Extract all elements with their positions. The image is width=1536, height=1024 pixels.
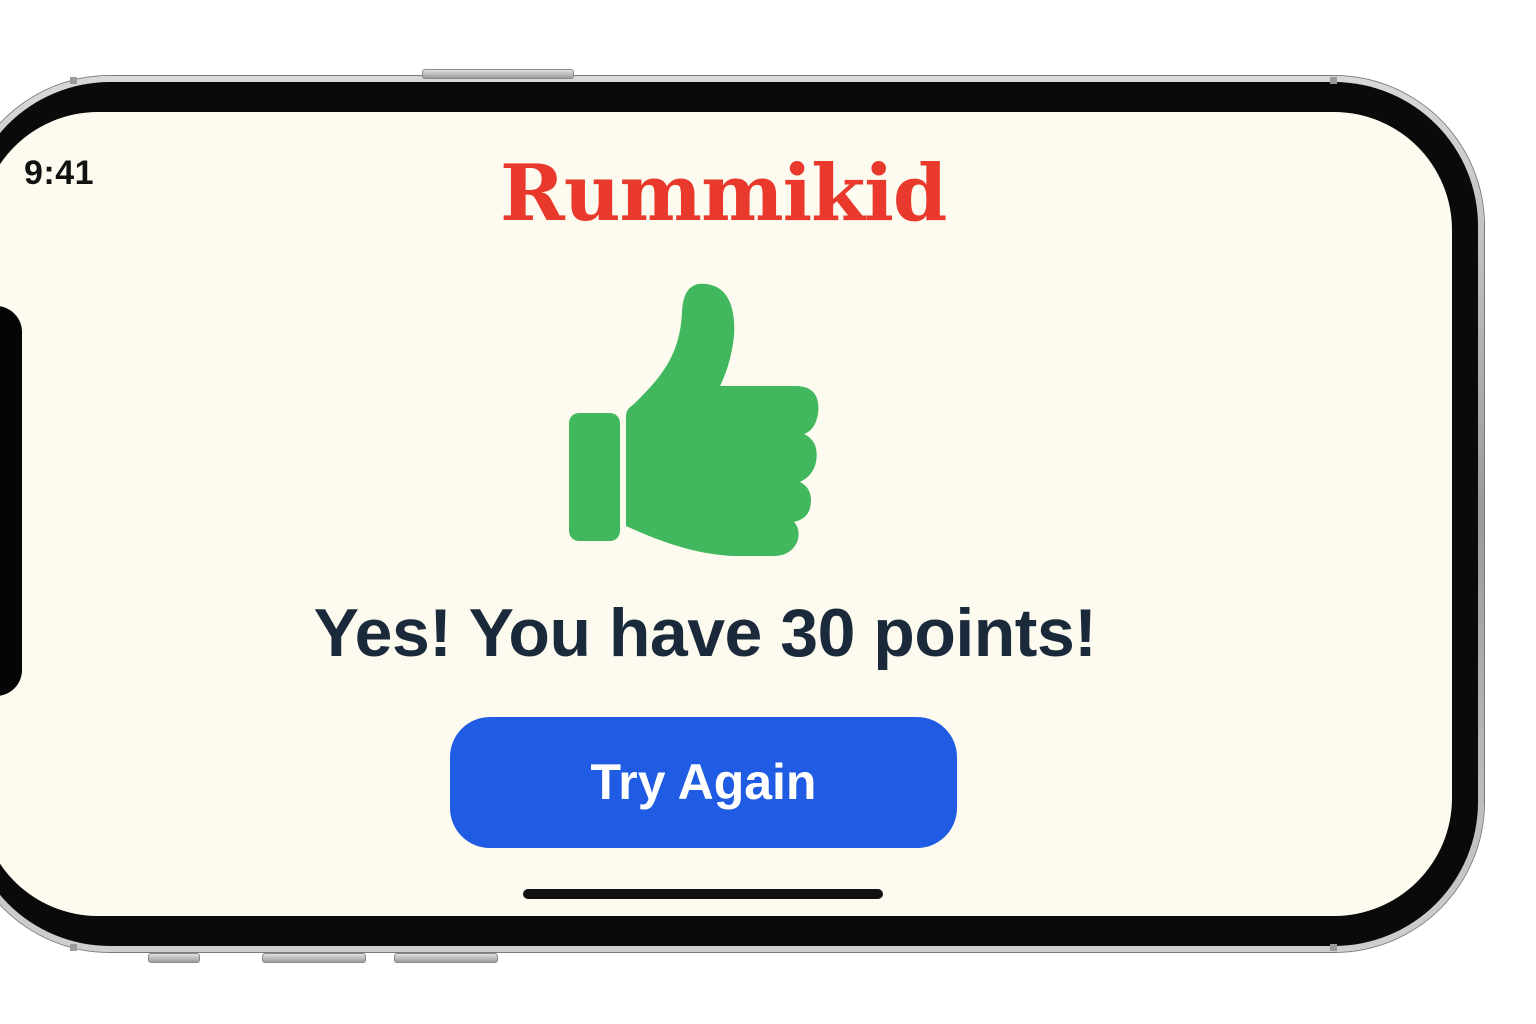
camera-notch [0, 306, 22, 696]
thumbs-up-hand [626, 283, 819, 556]
app-title: Rummikid [500, 148, 947, 239]
volume-up-button [262, 953, 366, 963]
top-side-button [422, 69, 574, 79]
try-again-button[interactable]: Try Again [450, 717, 957, 848]
device-stage: 9:41 Rummikid Yes! You have 30 points! T… [0, 0, 1536, 1024]
thumbs-up-cuff [569, 413, 620, 541]
volume-button-small [148, 953, 200, 963]
status-bar-time: 9:41 [24, 154, 95, 192]
antenna-band [70, 77, 77, 84]
thumbs-up-icon [569, 283, 819, 556]
antenna-band [1330, 944, 1337, 951]
antenna-band [70, 944, 77, 951]
home-indicator[interactable] [523, 889, 883, 899]
volume-down-button [394, 953, 498, 963]
antenna-band [1330, 77, 1337, 84]
result-message: Yes! You have 30 points! [313, 595, 1097, 671]
